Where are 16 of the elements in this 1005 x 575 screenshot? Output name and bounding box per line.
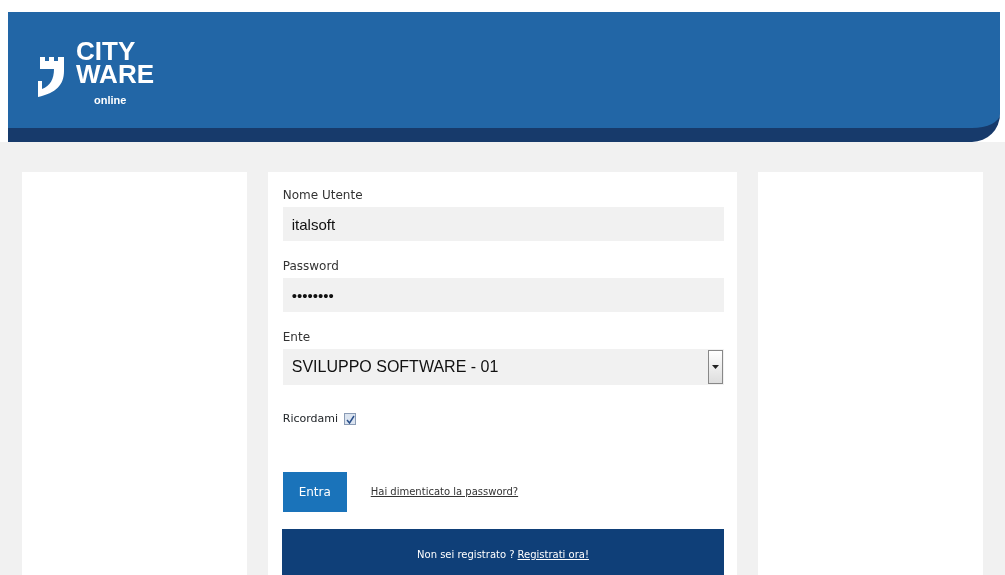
logo-text: CITY	[76, 40, 136, 64]
select-field[interactable]: SVILUPPO SOFTWARE - 01	[282, 349, 725, 385]
input-field[interactable]: italsoft	[282, 207, 725, 241]
checkbox[interactable]	[344, 413, 357, 426]
register-link[interactable]: Registrati ora!	[517, 547, 589, 562]
checkbox-label: Ricordami	[282, 411, 339, 427]
input-field[interactable]: ••••••••	[282, 278, 725, 312]
logo-text: online	[94, 95, 127, 106]
field-label: Nome Utente	[282, 187, 364, 204]
forgot-password-link[interactable]: Hai dimenticato la password?	[370, 484, 519, 499]
dropdown-caret-icon[interactable]	[708, 350, 724, 384]
register-prompt: Non sei registrato ?	[417, 548, 515, 562]
field-label: Ente	[282, 329, 312, 346]
logo-text: WARE	[76, 63, 154, 87]
field-label: Password	[282, 258, 340, 275]
login-button[interactable]: Entra	[282, 471, 347, 512]
